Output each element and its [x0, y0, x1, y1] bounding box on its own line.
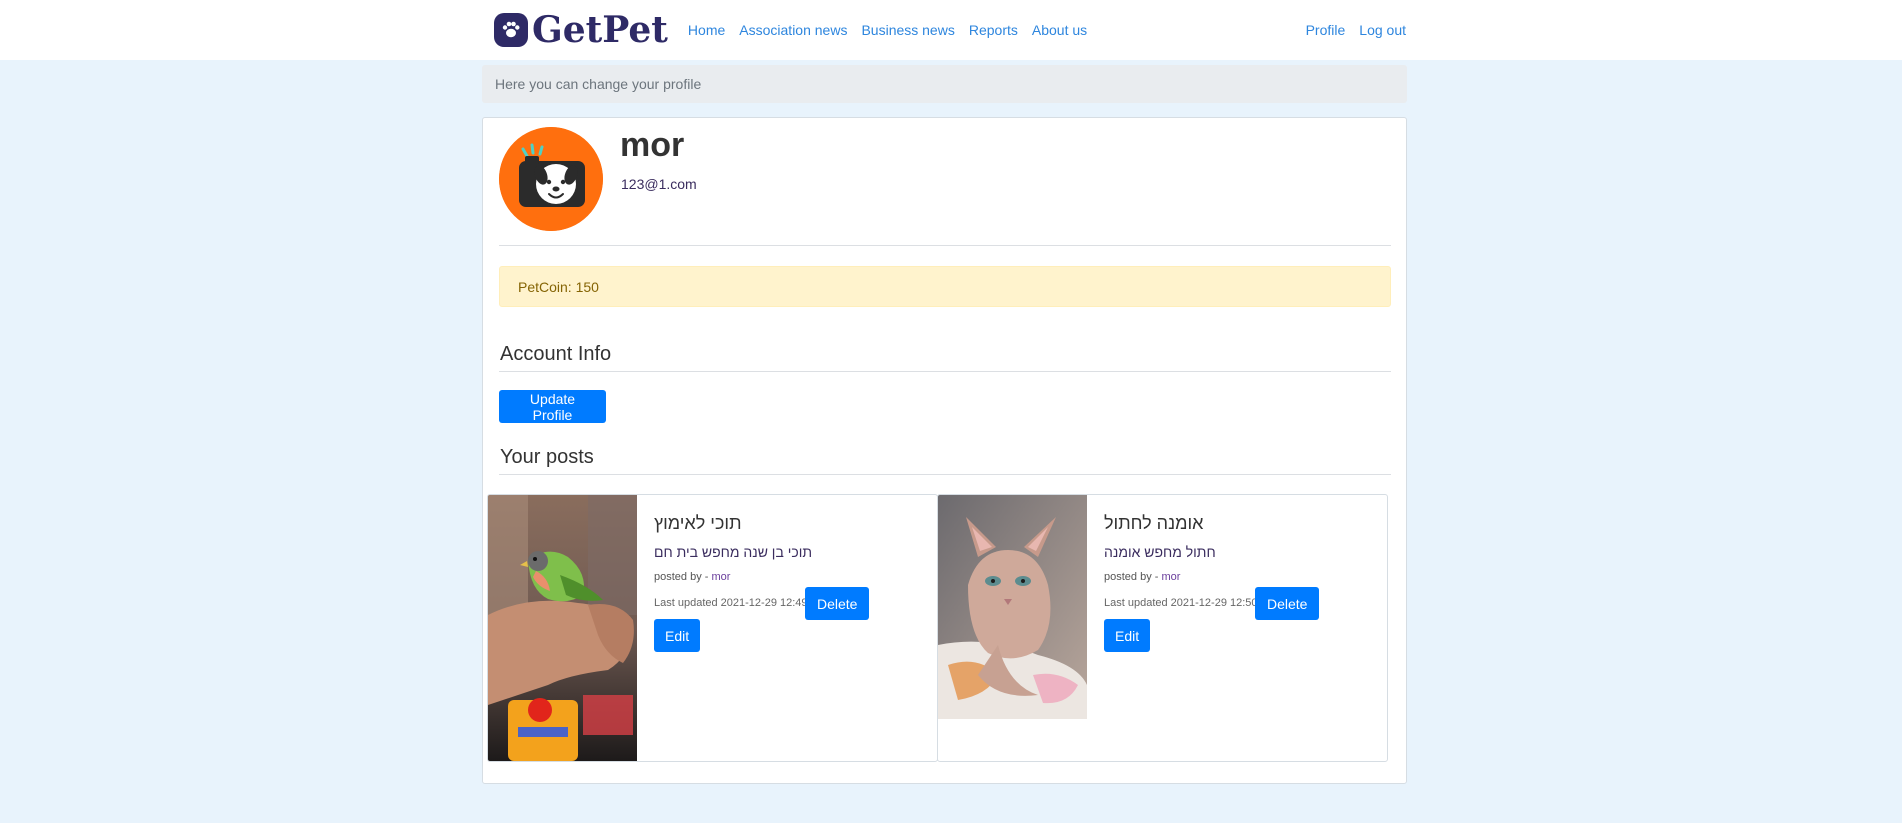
posted-by-label: posted by -: [1104, 571, 1159, 583]
profile-card: mor 123@1.com PetCoin: 150 Account Info …: [482, 117, 1407, 784]
paw-icon: [494, 13, 528, 47]
post-image-parrot: [488, 495, 637, 761]
nav-links: Home Association news Business news Repo…: [688, 22, 1101, 38]
account-info-heading: Account Info: [500, 343, 612, 365]
divider: [499, 474, 1391, 475]
navbar-inner: GetPet Home Association news Business ne…: [494, 0, 1406, 60]
camera-dog-icon: [499, 127, 603, 231]
update-profile-button[interactable]: Update Profile: [499, 390, 606, 423]
post-description: תוכי בן שנה מחפש בית חם: [654, 544, 812, 560]
post-title: אומנה לחתול: [1104, 513, 1204, 533]
post-author[interactable]: mor: [1161, 571, 1180, 583]
divider: [499, 245, 1391, 246]
post-card: תוכי לאימוץ תוכי בן שנה מחפש בית חם post…: [487, 494, 938, 762]
post-byline: posted by - mor: [1104, 571, 1180, 583]
post-byline: posted by - mor: [654, 571, 730, 583]
petcoin-balance: PetCoin: 150: [518, 278, 599, 295]
posted-by-label: posted by -: [654, 571, 709, 583]
nav-link-logout[interactable]: Log out: [1359, 22, 1406, 38]
nav-link-business-news[interactable]: Business news: [861, 22, 954, 38]
brand-logo[interactable]: GetPet: [494, 9, 668, 51]
nav-link-association-news[interactable]: Association news: [739, 22, 847, 38]
profile-email: 123@1.com: [621, 176, 697, 192]
nav-link-about-us[interactable]: About us: [1032, 22, 1087, 38]
post-title: תוכי לאימוץ: [654, 513, 742, 533]
nav-right-links: Profile Log out: [1292, 22, 1406, 38]
brand-name: GetPet: [532, 9, 668, 51]
post-last-updated: Last updated 2021-12-29 12:50: [1104, 597, 1258, 609]
breadcrumb: Here you can change your profile: [482, 65, 1407, 103]
edit-post-button[interactable]: Edit: [1104, 619, 1151, 652]
profile-username: mor: [620, 126, 685, 164]
divider: [499, 371, 1391, 372]
top-navbar: GetPet Home Association news Business ne…: [0, 0, 1902, 60]
nav-link-home[interactable]: Home: [688, 22, 725, 38]
post-card: אומנה לחתול חתול מחפש אומנה posted by - …: [937, 494, 1388, 762]
post-last-updated: Last updated 2021-12-29 12:49: [654, 597, 808, 609]
post-description: חתול מחפש אומנה: [1104, 544, 1216, 560]
your-posts-heading: Your posts: [500, 446, 594, 468]
delete-post-button[interactable]: Delete: [1255, 587, 1320, 620]
delete-post-button[interactable]: Delete: [805, 587, 870, 620]
petcoin-alert: PetCoin: 150: [499, 266, 1391, 307]
breadcrumb-text: Here you can change your profile: [495, 76, 702, 92]
post-image-cat: [938, 495, 1087, 719]
post-author[interactable]: mor: [711, 571, 730, 583]
nav-link-reports[interactable]: Reports: [969, 22, 1018, 38]
nav-link-profile[interactable]: Profile: [1306, 22, 1346, 38]
avatar: [499, 127, 603, 231]
edit-post-button[interactable]: Edit: [654, 619, 701, 652]
